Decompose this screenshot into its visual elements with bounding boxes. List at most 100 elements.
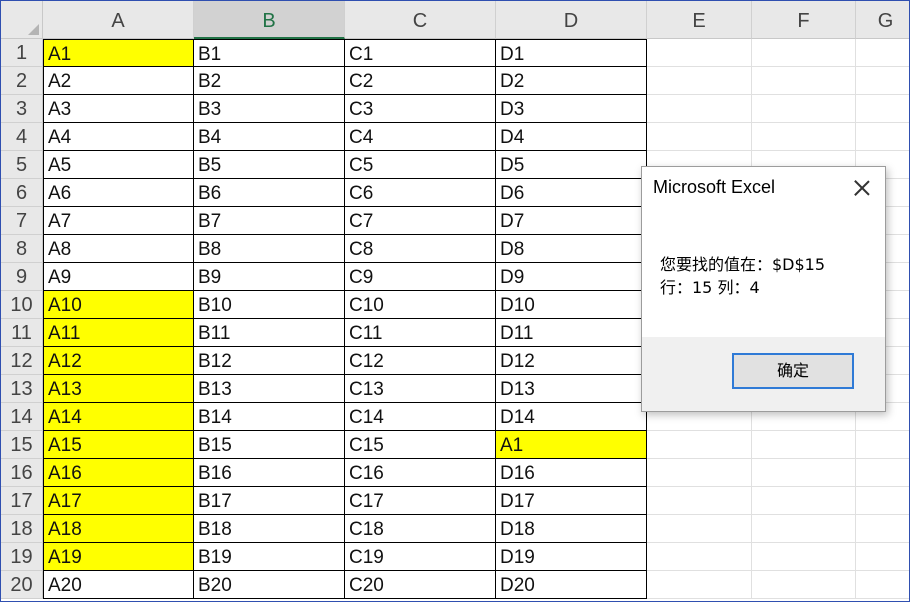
cell-b18[interactable]: B18 <box>194 515 345 543</box>
empty-cell[interactable] <box>752 515 856 543</box>
cell-a11[interactable]: A11 <box>43 319 194 347</box>
close-icon[interactable] <box>849 175 875 201</box>
cell-a14[interactable]: A14 <box>43 403 194 431</box>
empty-cell[interactable] <box>752 39 856 67</box>
row-header[interactable]: 20 <box>1 571 43 599</box>
cell-a10[interactable]: A10 <box>43 291 194 319</box>
cell-b16[interactable]: B16 <box>194 459 345 487</box>
row-header[interactable]: 14 <box>1 403 43 431</box>
cell-a2[interactable]: A2 <box>43 67 194 95</box>
cell-c17[interactable]: C17 <box>345 487 496 515</box>
cell-a1[interactable]: A1 <box>43 39 194 67</box>
empty-cell[interactable] <box>647 543 752 571</box>
cell-a12[interactable]: A12 <box>43 347 194 375</box>
empty-cell[interactable] <box>856 487 909 515</box>
cell-a19[interactable]: A19 <box>43 543 194 571</box>
row-header[interactable]: 17 <box>1 487 43 515</box>
cell-c14[interactable]: C14 <box>345 403 496 431</box>
cell-b20[interactable]: B20 <box>194 571 345 599</box>
empty-cell[interactable] <box>647 459 752 487</box>
column-header-a[interactable]: A <box>43 1 194 39</box>
cell-c13[interactable]: C13 <box>345 375 496 403</box>
empty-cell[interactable] <box>752 543 856 571</box>
empty-cell[interactable] <box>752 459 856 487</box>
cell-d20[interactable]: D20 <box>496 571 647 599</box>
cell-a9[interactable]: A9 <box>43 263 194 291</box>
empty-cell[interactable] <box>647 39 752 67</box>
cell-d10[interactable]: D10 <box>496 291 647 319</box>
empty-cell[interactable] <box>856 543 909 571</box>
cell-a20[interactable]: A20 <box>43 571 194 599</box>
cell-b4[interactable]: B4 <box>194 123 345 151</box>
cell-c5[interactable]: C5 <box>345 151 496 179</box>
empty-cell[interactable] <box>856 123 909 151</box>
cell-d19[interactable]: D19 <box>496 543 647 571</box>
cell-c2[interactable]: C2 <box>345 67 496 95</box>
row-header[interactable]: 10 <box>1 291 43 319</box>
row-header[interactable]: 1 <box>1 39 43 67</box>
cell-b15[interactable]: B15 <box>194 431 345 459</box>
row-header[interactable]: 11 <box>1 319 43 347</box>
empty-cell[interactable] <box>752 123 856 151</box>
empty-cell[interactable] <box>647 95 752 123</box>
empty-cell[interactable] <box>856 571 909 599</box>
cell-c15[interactable]: C15 <box>345 431 496 459</box>
cell-d3[interactable]: D3 <box>496 95 647 123</box>
empty-cell[interactable] <box>647 515 752 543</box>
empty-cell[interactable] <box>647 571 752 599</box>
cell-b11[interactable]: B11 <box>194 319 345 347</box>
cell-c10[interactable]: C10 <box>345 291 496 319</box>
cell-a6[interactable]: A6 <box>43 179 194 207</box>
column-header-g[interactable]: G <box>856 1 909 39</box>
cell-d15[interactable]: A1 <box>496 431 647 459</box>
cell-b13[interactable]: B13 <box>194 375 345 403</box>
column-header-f[interactable]: F <box>752 1 856 39</box>
empty-cell[interactable] <box>856 459 909 487</box>
cell-a15[interactable]: A15 <box>43 431 194 459</box>
cell-b14[interactable]: B14 <box>194 403 345 431</box>
cell-c6[interactable]: C6 <box>345 179 496 207</box>
cell-a4[interactable]: A4 <box>43 123 194 151</box>
cell-a17[interactable]: A17 <box>43 487 194 515</box>
cell-c1[interactable]: C1 <box>345 39 496 67</box>
cell-b10[interactable]: B10 <box>194 291 345 319</box>
cell-b6[interactable]: B6 <box>194 179 345 207</box>
ok-button[interactable]: 确定 <box>732 353 854 389</box>
cell-b5[interactable]: B5 <box>194 151 345 179</box>
cell-c3[interactable]: C3 <box>345 95 496 123</box>
cell-c19[interactable]: C19 <box>345 543 496 571</box>
empty-cell[interactable] <box>856 95 909 123</box>
cell-b1[interactable]: B1 <box>194 39 345 67</box>
empty-cell[interactable] <box>752 431 856 459</box>
row-header[interactable]: 4 <box>1 123 43 151</box>
cell-d18[interactable]: D18 <box>496 515 647 543</box>
empty-cell[interactable] <box>647 487 752 515</box>
cell-d11[interactable]: D11 <box>496 319 647 347</box>
cell-c18[interactable]: C18 <box>345 515 496 543</box>
empty-cell[interactable] <box>856 431 909 459</box>
row-header[interactable]: 12 <box>1 347 43 375</box>
cell-b3[interactable]: B3 <box>194 95 345 123</box>
column-header-e[interactable]: E <box>647 1 752 39</box>
cell-b2[interactable]: B2 <box>194 67 345 95</box>
cell-b12[interactable]: B12 <box>194 347 345 375</box>
cell-d2[interactable]: D2 <box>496 67 647 95</box>
row-header[interactable]: 16 <box>1 459 43 487</box>
row-header[interactable]: 5 <box>1 151 43 179</box>
empty-cell[interactable] <box>752 95 856 123</box>
cell-c20[interactable]: C20 <box>345 571 496 599</box>
cell-b9[interactable]: B9 <box>194 263 345 291</box>
cell-a13[interactable]: A13 <box>43 375 194 403</box>
select-all-corner[interactable] <box>1 1 43 39</box>
row-header[interactable]: 15 <box>1 431 43 459</box>
empty-cell[interactable] <box>856 39 909 67</box>
column-header-c[interactable]: C <box>345 1 496 39</box>
cell-b7[interactable]: B7 <box>194 207 345 235</box>
row-header[interactable]: 18 <box>1 515 43 543</box>
cell-a16[interactable]: A16 <box>43 459 194 487</box>
empty-cell[interactable] <box>856 67 909 95</box>
cell-d14[interactable]: D14 <box>496 403 647 431</box>
row-header[interactable]: 3 <box>1 95 43 123</box>
cell-c8[interactable]: C8 <box>345 235 496 263</box>
cell-d4[interactable]: D4 <box>496 123 647 151</box>
